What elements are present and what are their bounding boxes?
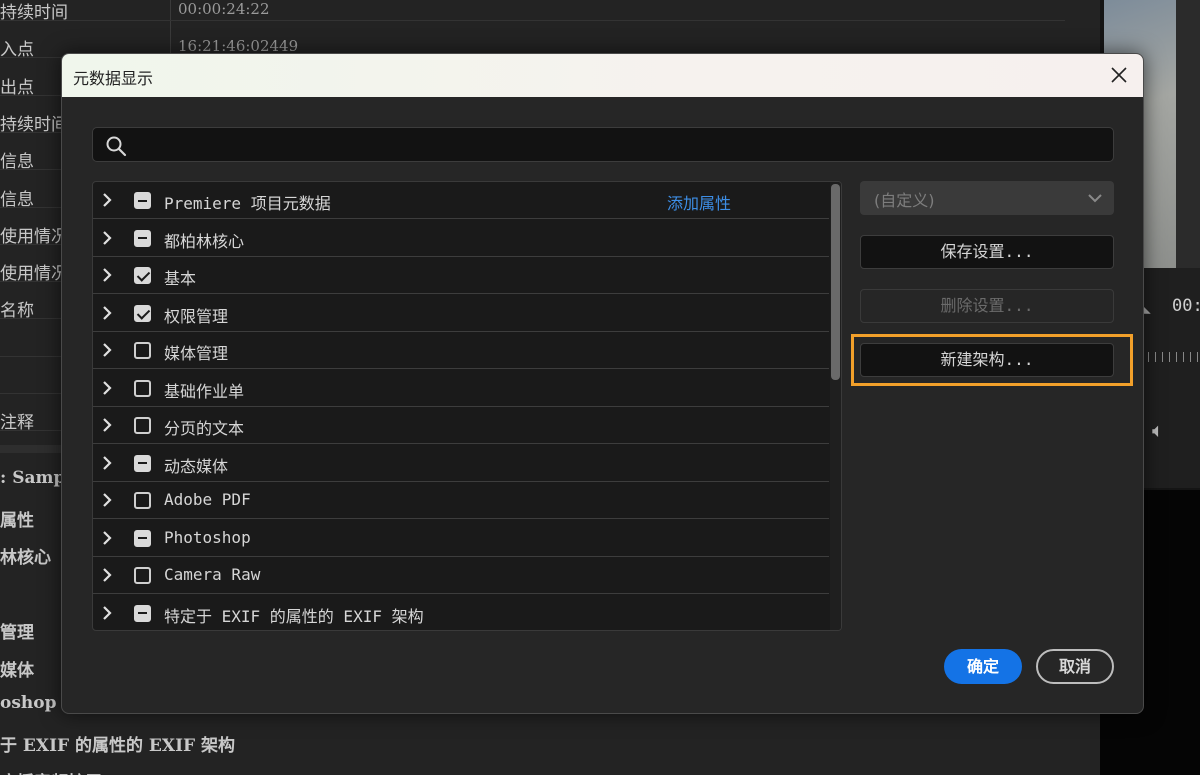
ok-button[interactable]: 确定 xyxy=(944,649,1022,684)
background-lower-label: 广播音频扩展 (bext) xyxy=(0,768,165,775)
chevron-right-icon[interactable] xyxy=(100,605,114,620)
schema-checkbox[interactable] xyxy=(134,192,151,209)
close-icon xyxy=(1111,67,1127,83)
background-row-value: 00:00:24:22 xyxy=(178,0,270,18)
schema-checkbox[interactable] xyxy=(134,417,151,434)
schema-checkbox[interactable] xyxy=(134,492,151,509)
schema-label: Photoshop xyxy=(164,527,251,547)
cancel-button[interactable]: 取消 xyxy=(1036,649,1114,684)
metadata-display-dialog: 元数据显示 Premiere 项目元数据 都柏林核心基本权限管理媒体管理基础作业单… xyxy=(61,53,1144,714)
background-row-label: 使用情况 xyxy=(0,264,68,285)
schema-checkbox[interactable] xyxy=(134,529,151,547)
background-lower-label: oshop xyxy=(0,693,57,713)
background-lower-label: 属性 xyxy=(0,510,34,531)
background-row-label: 入点 xyxy=(0,40,34,61)
schema-row[interactable]: 基本 xyxy=(93,257,829,294)
chevron-right-icon[interactable] xyxy=(100,268,114,282)
schema-row[interactable]: 权限管理 xyxy=(93,295,829,332)
schema-label: Adobe PDF xyxy=(164,490,251,509)
schema-row[interactable]: 媒体管理 xyxy=(93,332,829,369)
schema-checkbox[interactable] xyxy=(134,604,151,622)
schema-checkbox[interactable] xyxy=(134,342,151,359)
schema-label: 基础作业单 xyxy=(164,381,245,401)
preset-value: (自定义) xyxy=(874,191,935,210)
close-button[interactable] xyxy=(1107,63,1131,87)
background-lower-label: 管理 xyxy=(0,623,34,643)
chevron-right-icon[interactable] xyxy=(100,380,114,395)
schema-row[interactable]: 分页的文本 xyxy=(93,407,829,444)
search-icon xyxy=(106,136,127,157)
speaker-icon[interactable]: 🔈︎ xyxy=(1152,418,1164,442)
search-input[interactable] xyxy=(92,127,1114,162)
background-row-label: 出点 xyxy=(0,77,34,98)
delete-settings-button[interactable]: 删除设置... xyxy=(860,289,1114,323)
background-row-label: 信息 xyxy=(0,189,34,210)
chevron-right-icon[interactable] xyxy=(100,343,114,357)
save-settings-button[interactable]: 保存设置... xyxy=(860,235,1114,269)
chevron-right-icon[interactable] xyxy=(100,455,114,470)
schema-list-scrollbar[interactable] xyxy=(830,182,841,630)
schema-checkbox[interactable] xyxy=(134,454,151,472)
background-row: 持续时间 00:00:24:22 xyxy=(0,0,1065,23)
schema-row[interactable]: 特定于 EXIF 的属性的 EXIF 架构 xyxy=(93,595,829,631)
schema-checkbox[interactable] xyxy=(134,379,151,397)
chevron-right-icon[interactable] xyxy=(100,493,114,507)
background-row-label: 注释 xyxy=(0,413,34,434)
schema-label: 动态媒体 xyxy=(164,456,229,476)
schema-row[interactable]: 都柏林核心 xyxy=(93,220,829,257)
background-lower-label: 于 EXIF 的属性的 EXIF 架构 xyxy=(0,735,236,756)
chevron-down-icon xyxy=(1088,194,1102,203)
schema-label: Camera Raw xyxy=(164,565,261,584)
video-frame-edge xyxy=(1176,0,1200,268)
dialog-titlebar: 元数据显示 xyxy=(62,54,1143,97)
schema-row[interactable]: 动态媒体 xyxy=(93,445,829,482)
chevron-right-icon[interactable] xyxy=(100,418,114,432)
schema-label: 权限管理 xyxy=(164,306,229,326)
schema-row[interactable]: Camera Raw xyxy=(93,557,829,594)
schema-label: 媒体管理 xyxy=(164,344,229,363)
background-row-label: 使用情况 xyxy=(0,226,68,247)
chevron-right-icon[interactable] xyxy=(100,530,114,545)
add-property-link[interactable]: 添加属性 xyxy=(667,190,731,214)
background-row-label: 信息 xyxy=(0,152,34,173)
chevron-right-icon[interactable] xyxy=(100,230,114,245)
new-schema-button[interactable]: 新建架构... xyxy=(860,343,1114,377)
background-row-label: 持续时间 xyxy=(0,114,68,135)
schema-row[interactable]: 基础作业单 xyxy=(93,370,829,407)
chevron-right-icon[interactable] xyxy=(100,305,114,320)
dialog-title: 元数据显示 xyxy=(73,69,154,88)
schema-list: Premiere 项目元数据 都柏林核心基本权限管理媒体管理基础作业单分页的文本动… xyxy=(92,181,842,631)
schema-label: 都柏林核心 xyxy=(164,231,245,251)
schema-checkbox[interactable] xyxy=(134,267,151,284)
schema-checkbox[interactable] xyxy=(134,304,151,322)
schema-row[interactable]: Photoshop xyxy=(93,520,829,557)
schema-label: 特定于 EXIF 的属性的 EXIF 架构 xyxy=(164,606,424,626)
schema-checkbox[interactable] xyxy=(134,567,151,584)
schema-label: Premiere 项目元数据 xyxy=(164,194,331,213)
scrollbar-thumb[interactable] xyxy=(831,184,840,380)
background-row-label: 持续时间 xyxy=(0,3,68,23)
schema-label: 基本 xyxy=(164,269,197,288)
schema-row[interactable]: Adobe PDF xyxy=(93,482,829,519)
timeline-ruler[interactable] xyxy=(1148,352,1200,362)
chevron-right-icon[interactable] xyxy=(100,568,114,582)
background-lower-label: 媒体 xyxy=(0,660,34,681)
schema-checkbox[interactable] xyxy=(134,229,151,247)
background-lower-label: 林核心 xyxy=(0,548,51,568)
preset-dropdown[interactable]: (自定义) xyxy=(860,181,1114,215)
player-timecode: 00: xyxy=(1172,296,1200,316)
schema-label: 分页的文本 xyxy=(164,419,245,438)
background-row-label: 名称 xyxy=(0,301,34,322)
chevron-right-icon[interactable] xyxy=(100,193,114,207)
